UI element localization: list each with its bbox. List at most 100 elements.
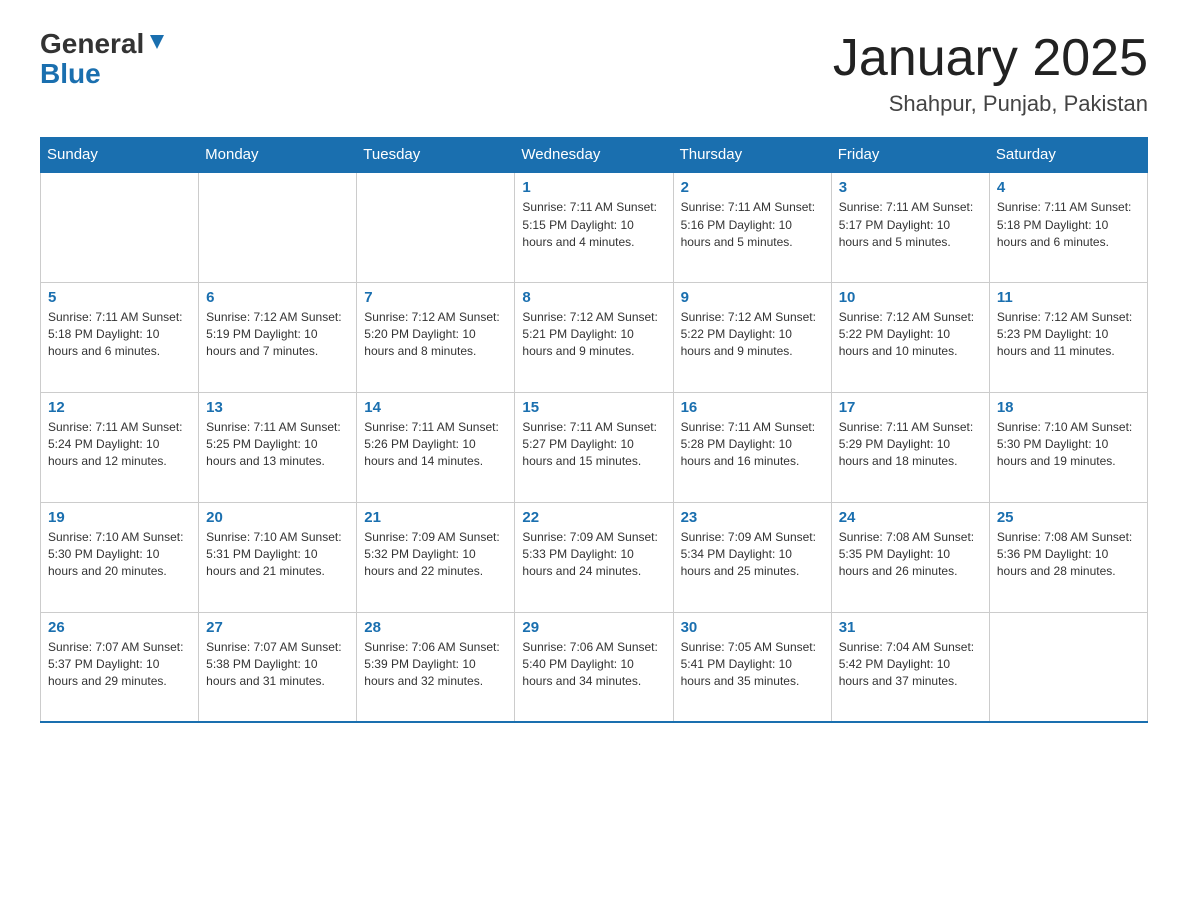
day-info: Sunrise: 7:09 AM Sunset: 5:33 PM Dayligh…: [522, 529, 665, 581]
table-row: 11 Sunrise: 7:12 AM Sunset: 5:23 PM Dayli…: [989, 282, 1147, 392]
day-number: 28: [364, 619, 507, 636]
day-number: 8: [522, 289, 665, 306]
day-info: Sunrise: 7:11 AM Sunset: 5:25 PM Dayligh…: [206, 419, 349, 471]
day-info: Sunrise: 7:11 AM Sunset: 5:18 PM Dayligh…: [997, 199, 1140, 251]
day-info: Sunrise: 7:11 AM Sunset: 5:18 PM Dayligh…: [48, 309, 191, 361]
day-info: Sunrise: 7:11 AM Sunset: 5:24 PM Dayligh…: [48, 419, 191, 471]
calendar-body: 1Sunrise: 7:11 AM Sunset: 5:15 PM Daylig…: [41, 172, 1148, 722]
day-info: Sunrise: 7:09 AM Sunset: 5:32 PM Dayligh…: [364, 529, 507, 581]
col-friday: Friday: [831, 138, 989, 173]
day-number: 22: [522, 509, 665, 526]
day-info: Sunrise: 7:07 AM Sunset: 5:37 PM Dayligh…: [48, 639, 191, 691]
day-info: Sunrise: 7:05 AM Sunset: 5:41 PM Dayligh…: [681, 639, 824, 691]
table-row: 31Sunrise: 7:04 AM Sunset: 5:42 PM Dayli…: [831, 612, 989, 722]
day-number: 19: [48, 509, 191, 526]
calendar-week-row: 12 Sunrise: 7:11 AM Sunset: 5:24 PM Dayli…: [41, 392, 1148, 502]
day-info: Sunrise: 7:10 AM Sunset: 5:31 PM Dayligh…: [206, 529, 349, 581]
day-number: 20: [206, 509, 349, 526]
day-info: Sunrise: 7:11 AM Sunset: 5:29 PM Dayligh…: [839, 419, 982, 471]
day-number: 9: [681, 289, 824, 306]
day-info: Sunrise: 7:11 AM Sunset: 5:17 PM Dayligh…: [839, 199, 982, 251]
col-wednesday: Wednesday: [515, 138, 673, 173]
table-row: 14 Sunrise: 7:11 AM Sunset: 5:26 PM Dayli…: [357, 392, 515, 502]
location-text: Shahpur, Punjab, Pakistan: [833, 91, 1148, 117]
day-number: 21: [364, 509, 507, 526]
table-row: 17Sunrise: 7:11 AM Sunset: 5:29 PM Dayli…: [831, 392, 989, 502]
table-row: [41, 172, 199, 282]
day-info: Sunrise: 7:06 AM Sunset: 5:39 PM Dayligh…: [364, 639, 507, 691]
table-row: 16Sunrise: 7:11 AM Sunset: 5:28 PM Dayli…: [673, 392, 831, 502]
col-monday: Monday: [199, 138, 357, 173]
day-number: 26: [48, 619, 191, 636]
day-number: 27: [206, 619, 349, 636]
logo: General Blue: [40, 30, 168, 90]
calendar-week-row: 1Sunrise: 7:11 AM Sunset: 5:15 PM Daylig…: [41, 172, 1148, 282]
table-row: 20 Sunrise: 7:10 AM Sunset: 5:31 PM Dayli…: [199, 502, 357, 612]
day-number: 2: [681, 179, 824, 196]
table-row: 26 Sunrise: 7:07 AM Sunset: 5:37 PM Dayli…: [41, 612, 199, 722]
table-row: 18 Sunrise: 7:10 AM Sunset: 5:30 PM Dayli…: [989, 392, 1147, 502]
table-row: 1Sunrise: 7:11 AM Sunset: 5:15 PM Daylig…: [515, 172, 673, 282]
day-info: Sunrise: 7:07 AM Sunset: 5:38 PM Dayligh…: [206, 639, 349, 691]
day-number: 29: [522, 619, 665, 636]
table-row: 13 Sunrise: 7:11 AM Sunset: 5:25 PM Dayli…: [199, 392, 357, 502]
day-info: Sunrise: 7:11 AM Sunset: 5:26 PM Dayligh…: [364, 419, 507, 471]
day-number: 12: [48, 399, 191, 416]
table-row: 2 Sunrise: 7:11 AM Sunset: 5:16 PM Daylig…: [673, 172, 831, 282]
day-info: Sunrise: 7:12 AM Sunset: 5:22 PM Dayligh…: [681, 309, 824, 361]
table-row: 24 Sunrise: 7:08 AM Sunset: 5:35 PM Dayli…: [831, 502, 989, 612]
table-row: 5 Sunrise: 7:11 AM Sunset: 5:18 PM Daylig…: [41, 282, 199, 392]
day-number: 15: [522, 399, 665, 416]
table-row: 7Sunrise: 7:12 AM Sunset: 5:20 PM Daylig…: [357, 282, 515, 392]
day-info: Sunrise: 7:12 AM Sunset: 5:22 PM Dayligh…: [839, 309, 982, 361]
day-number: 11: [997, 289, 1140, 306]
logo-general-text: General: [40, 30, 144, 58]
day-number: 24: [839, 509, 982, 526]
day-info: Sunrise: 7:10 AM Sunset: 5:30 PM Dayligh…: [48, 529, 191, 581]
day-number: 13: [206, 399, 349, 416]
day-number: 14: [364, 399, 507, 416]
table-row: 9 Sunrise: 7:12 AM Sunset: 5:22 PM Daylig…: [673, 282, 831, 392]
day-info: Sunrise: 7:10 AM Sunset: 5:30 PM Dayligh…: [997, 419, 1140, 471]
calendar-week-row: 5 Sunrise: 7:11 AM Sunset: 5:18 PM Daylig…: [41, 282, 1148, 392]
calendar-week-row: 19 Sunrise: 7:10 AM Sunset: 5:30 PM Dayli…: [41, 502, 1148, 612]
day-info: Sunrise: 7:04 AM Sunset: 5:42 PM Dayligh…: [839, 639, 982, 691]
day-number: 3: [839, 179, 982, 196]
col-sunday: Sunday: [41, 138, 199, 173]
table-row: 21 Sunrise: 7:09 AM Sunset: 5:32 PM Dayli…: [357, 502, 515, 612]
table-row: [357, 172, 515, 282]
table-row: [199, 172, 357, 282]
header-row: Sunday Monday Tuesday Wednesday Thursday…: [41, 138, 1148, 173]
day-info: Sunrise: 7:11 AM Sunset: 5:16 PM Dayligh…: [681, 199, 824, 251]
table-row: 6Sunrise: 7:12 AM Sunset: 5:19 PM Daylig…: [199, 282, 357, 392]
table-row: 15Sunrise: 7:11 AM Sunset: 5:27 PM Dayli…: [515, 392, 673, 502]
day-number: 18: [997, 399, 1140, 416]
table-row: 27 Sunrise: 7:07 AM Sunset: 5:38 PM Dayli…: [199, 612, 357, 722]
day-number: 1: [522, 179, 665, 196]
day-info: Sunrise: 7:12 AM Sunset: 5:21 PM Dayligh…: [522, 309, 665, 361]
table-row: 10 Sunrise: 7:12 AM Sunset: 5:22 PM Dayli…: [831, 282, 989, 392]
table-row: 3 Sunrise: 7:11 AM Sunset: 5:17 PM Daylig…: [831, 172, 989, 282]
day-info: Sunrise: 7:09 AM Sunset: 5:34 PM Dayligh…: [681, 529, 824, 581]
table-row: 19 Sunrise: 7:10 AM Sunset: 5:30 PM Dayli…: [41, 502, 199, 612]
day-info: Sunrise: 7:06 AM Sunset: 5:40 PM Dayligh…: [522, 639, 665, 691]
day-number: 4: [997, 179, 1140, 196]
day-number: 7: [364, 289, 507, 306]
day-info: Sunrise: 7:12 AM Sunset: 5:23 PM Dayligh…: [997, 309, 1140, 361]
day-info: Sunrise: 7:08 AM Sunset: 5:36 PM Dayligh…: [997, 529, 1140, 581]
day-number: 16: [681, 399, 824, 416]
table-row: 28 Sunrise: 7:06 AM Sunset: 5:39 PM Dayli…: [357, 612, 515, 722]
table-row: 23Sunrise: 7:09 AM Sunset: 5:34 PM Dayli…: [673, 502, 831, 612]
day-number: 5: [48, 289, 191, 306]
table-row: [989, 612, 1147, 722]
month-title: January 2025: [833, 30, 1148, 87]
day-info: Sunrise: 7:08 AM Sunset: 5:35 PM Dayligh…: [839, 529, 982, 581]
day-number: 30: [681, 619, 824, 636]
col-saturday: Saturday: [989, 138, 1147, 173]
page-header: General Blue January 2025 Shahpur, Punja…: [40, 30, 1148, 117]
day-number: 10: [839, 289, 982, 306]
table-row: 4 Sunrise: 7:11 AM Sunset: 5:18 PM Daylig…: [989, 172, 1147, 282]
col-tuesday: Tuesday: [357, 138, 515, 173]
table-row: 8 Sunrise: 7:12 AM Sunset: 5:21 PM Daylig…: [515, 282, 673, 392]
table-row: 25Sunrise: 7:08 AM Sunset: 5:36 PM Dayli…: [989, 502, 1147, 612]
